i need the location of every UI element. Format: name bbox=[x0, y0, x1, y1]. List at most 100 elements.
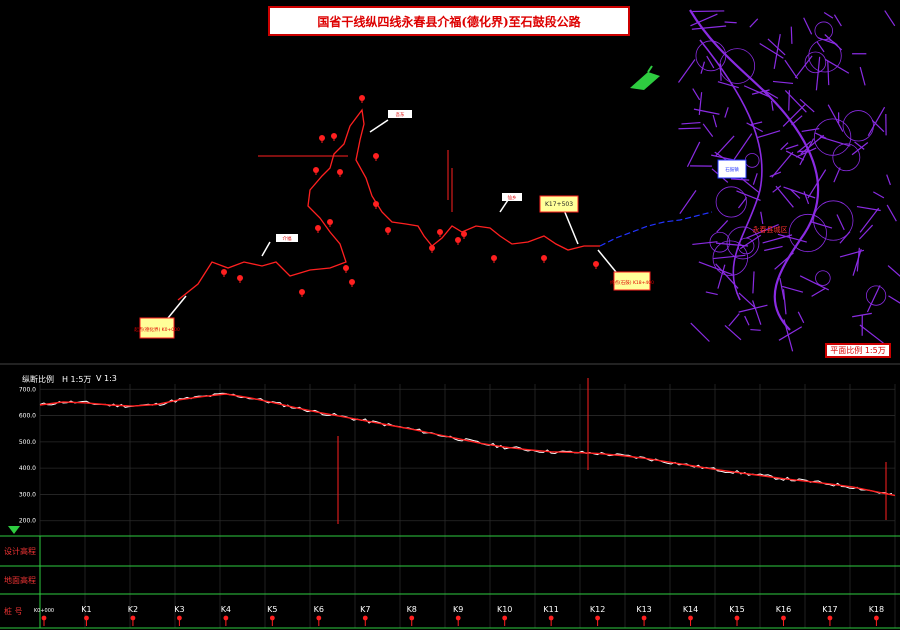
street-segment bbox=[888, 295, 900, 304]
street-segment bbox=[859, 66, 866, 86]
street-segment bbox=[736, 190, 761, 202]
profile-view: 700.0600.0500.0400.0300.0200.0 K0+000 K1 K… bbox=[0, 363, 900, 629]
street-loop bbox=[744, 153, 760, 168]
street-loop bbox=[813, 118, 852, 156]
street-segment bbox=[692, 88, 701, 101]
street-segment bbox=[681, 121, 701, 125]
street-segment bbox=[873, 191, 885, 199]
station-label: K17 bbox=[822, 605, 837, 614]
street-segment bbox=[749, 18, 759, 28]
tag-shigu: 石鼓镇 bbox=[725, 166, 739, 173]
station-label: K8 bbox=[407, 605, 417, 614]
street-loop bbox=[715, 186, 747, 218]
street-segment bbox=[790, 26, 793, 44]
street-segment bbox=[794, 55, 813, 79]
street-segment bbox=[771, 151, 794, 178]
profile-scale-v: V 1:3 bbox=[96, 374, 117, 383]
street-segment bbox=[714, 135, 735, 157]
street-segment bbox=[712, 114, 718, 128]
street-loop bbox=[804, 51, 827, 74]
street-segment bbox=[816, 41, 825, 53]
street-segment bbox=[690, 322, 710, 342]
street-segment bbox=[827, 104, 844, 132]
y-tick-label: 300.0 bbox=[19, 491, 36, 498]
street-segment bbox=[698, 92, 703, 116]
street-segment bbox=[759, 43, 784, 59]
plan-place-tags: 介福 吾东 仙乡 石鼓镇 bbox=[276, 110, 747, 242]
city-street-network bbox=[677, 9, 900, 352]
route-line bbox=[177, 108, 600, 301]
street-segment bbox=[833, 167, 841, 183]
callout-end: 终点(石鼓) K18+400 bbox=[610, 279, 654, 286]
street-segment bbox=[752, 271, 755, 294]
street-segment bbox=[752, 300, 762, 325]
y-tick-label: 600.0 bbox=[19, 413, 36, 420]
street-segment bbox=[698, 261, 733, 276]
street-segment bbox=[692, 10, 725, 13]
street-segment bbox=[827, 60, 830, 86]
street-segment bbox=[762, 234, 793, 244]
street-segment bbox=[724, 324, 742, 341]
station-label: K6 bbox=[314, 605, 324, 614]
street-segment bbox=[724, 21, 737, 24]
row-label-ground: 地面高程 bbox=[4, 576, 36, 585]
street-segment bbox=[692, 241, 718, 246]
profile-grid bbox=[39, 384, 896, 628]
street-segment bbox=[702, 123, 714, 137]
station-label: K18 bbox=[869, 605, 884, 614]
station-label: K2 bbox=[128, 605, 138, 614]
street-segment bbox=[887, 265, 900, 277]
street-loop bbox=[813, 200, 854, 241]
street-segment bbox=[691, 25, 727, 30]
plan-view: 起点(德化界) K0+000 K17+503 终点(石鼓) K18+400 介福… bbox=[134, 9, 900, 352]
drawing-title: 国省干线纵四线永春县介福(德化界)至石鼓段公路 bbox=[268, 6, 630, 36]
street-segment bbox=[772, 80, 794, 85]
profile-table-lines bbox=[0, 535, 900, 629]
street-segment bbox=[851, 142, 869, 156]
street-segment bbox=[858, 224, 874, 240]
street-segment bbox=[836, 214, 845, 231]
street-segment bbox=[785, 144, 799, 150]
street-segment bbox=[705, 291, 718, 296]
station-label: K9 bbox=[453, 605, 463, 614]
callout-k17: K17+503 bbox=[545, 201, 573, 208]
street-segment bbox=[886, 204, 897, 222]
street-segment bbox=[679, 190, 697, 215]
street-segment bbox=[867, 106, 886, 137]
city-label: 永春县城区 bbox=[753, 225, 788, 234]
street-segment bbox=[799, 98, 815, 113]
design-profile-line bbox=[39, 393, 896, 497]
street-segment bbox=[760, 211, 764, 225]
y-tick-label: 200.0 bbox=[19, 518, 36, 525]
street-segment bbox=[833, 14, 842, 27]
street-loop bbox=[814, 21, 834, 41]
station-label: K11 bbox=[543, 605, 558, 614]
street-segment bbox=[773, 34, 781, 70]
callout-start: 起点(德化界) K0+000 bbox=[134, 326, 180, 333]
street-segment bbox=[779, 278, 785, 300]
street-segment bbox=[784, 59, 799, 80]
station-label: K15 bbox=[729, 605, 744, 614]
plan-red-leaders bbox=[258, 150, 453, 212]
street-loop bbox=[815, 270, 831, 286]
profile-markers bbox=[337, 378, 887, 524]
street-loop bbox=[865, 285, 887, 306]
street-segment bbox=[716, 220, 729, 233]
street-segment bbox=[728, 313, 740, 327]
street-loop bbox=[842, 110, 874, 142]
street-segment bbox=[884, 10, 896, 27]
row-label-station: 桩 号 bbox=[4, 607, 23, 616]
blue-route-line bbox=[599, 211, 713, 247]
tag-jiefu: 介福 bbox=[283, 235, 292, 242]
street-segment bbox=[856, 205, 881, 212]
station-label: K10 bbox=[497, 605, 512, 614]
street-segment bbox=[803, 17, 813, 35]
row-label-design: 设计高程 bbox=[4, 547, 36, 556]
street-segment bbox=[799, 275, 830, 291]
profile-scale-h: H 1:5万 bbox=[62, 375, 92, 384]
street-segment bbox=[815, 56, 821, 91]
street-segment bbox=[739, 176, 760, 194]
ground-profile-line bbox=[39, 392, 893, 495]
profile-stations: K0+000 K1 K2 K3 K4 K5 K6 K7 K8 K9 K10 K11 K12 K13 K14 K… bbox=[34, 605, 884, 626]
tag-wudong: 吾东 bbox=[396, 111, 405, 118]
